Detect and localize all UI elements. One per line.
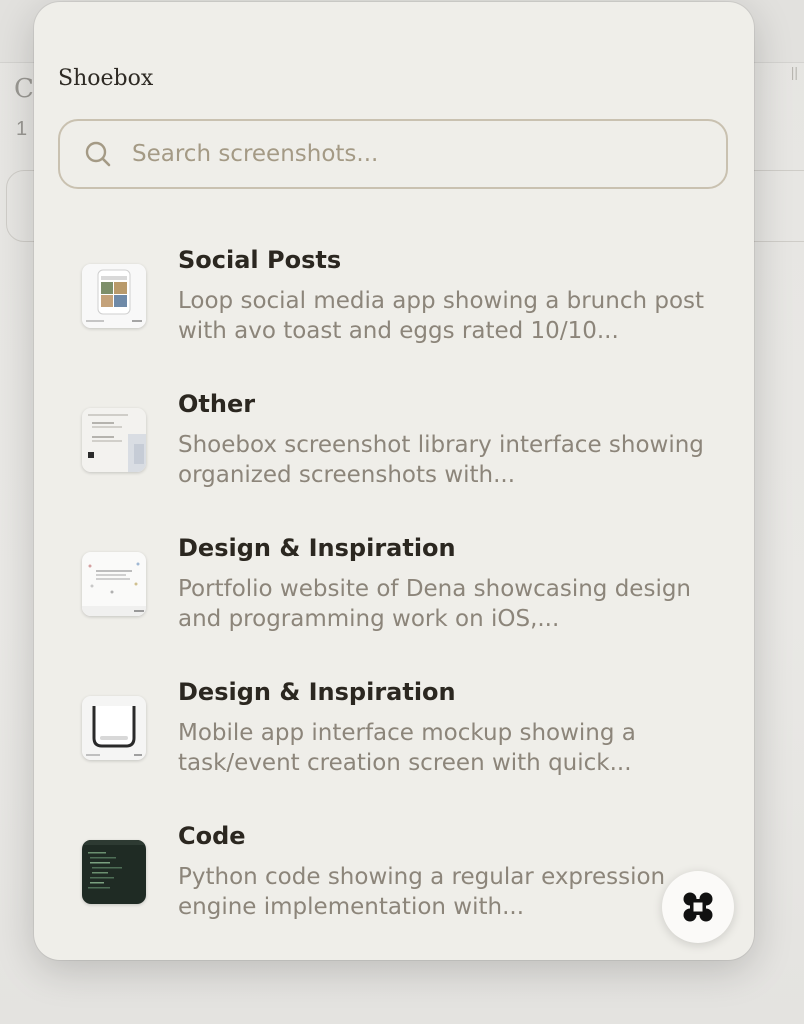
portfolio-thumbnail (82, 552, 146, 616)
result-item[interactable]: Code Python code showing a regular expre… (34, 818, 754, 948)
shoebox-popover: Shoebox Soci (34, 2, 754, 960)
background-letter: C (14, 74, 34, 104)
result-category: Code (178, 822, 246, 850)
result-item[interactable]: Design & Inspiration Portfolio website o… (34, 530, 754, 660)
app-title: Shoebox (58, 66, 154, 91)
result-category: Social Posts (178, 246, 342, 274)
social-post-thumbnail (82, 264, 146, 328)
result-description: Shoebox screenshot library interface sho… (178, 432, 704, 488)
result-category: Other (178, 390, 256, 418)
shoebox-library-thumbnail (82, 408, 146, 472)
result-description: Python code showing a regular expression… (178, 864, 666, 920)
result-item[interactable]: Design & Inspiration Mobile app interfac… (34, 674, 754, 804)
command-key-icon (683, 892, 713, 922)
result-description: Loop social media app showing a brunch p… (178, 288, 705, 344)
search-field[interactable] (58, 119, 728, 189)
result-description: Mobile app interface mockup showing a ta… (178, 720, 636, 776)
code-thumbnail (82, 840, 146, 904)
search-input[interactable] (130, 140, 694, 168)
search-icon (85, 141, 111, 167)
result-category: Design & Inspiration (178, 534, 456, 562)
result-category: Design & Inspiration (178, 678, 456, 706)
command-button[interactable] (662, 871, 734, 943)
result-item[interactable]: Social Posts Loop social media app showi… (34, 242, 754, 372)
background-mark: || (790, 64, 798, 80)
mobile-mockup-thumbnail (82, 696, 146, 760)
result-item[interactable]: Other Shoebox screenshot library interfa… (34, 386, 754, 516)
result-description: Portfolio website of Dena showcasing des… (178, 576, 692, 632)
background-number: 1 (16, 118, 28, 140)
